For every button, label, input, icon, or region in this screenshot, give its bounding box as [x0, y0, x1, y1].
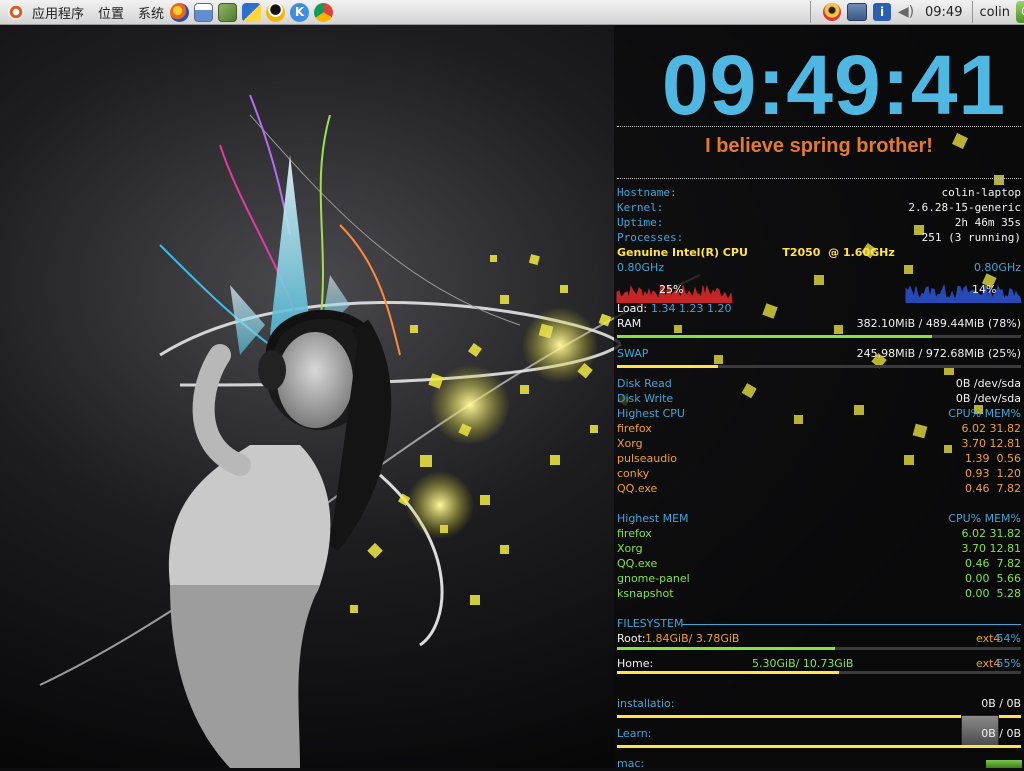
highest-cpu-header: CPU% MEM%	[948, 407, 1021, 420]
mount-installatio-label: installatio:	[617, 697, 675, 710]
hostname-value: colin-laptop	[941, 186, 1021, 199]
conky-panel: 09:49:41 I believe spring brother! Hostn…	[614, 25, 1024, 770]
mount-mac-label: mac:	[617, 757, 645, 770]
ram-bar-fill	[617, 335, 933, 338]
top-mem-process-name: firefox	[617, 527, 652, 540]
cpu2-frequency: 0.80GHz	[973, 261, 1021, 274]
uptime-label: Uptime:	[617, 216, 664, 229]
ubuntu-logo-icon[interactable]	[8, 4, 24, 20]
top-mem-process-name: QQ.exe	[617, 557, 658, 570]
user-switcher[interactable]: colin	[979, 5, 1010, 20]
qq-icon[interactable]	[266, 2, 286, 22]
home-bar	[617, 671, 1021, 674]
menu-applications[interactable]: 应用程序	[32, 3, 84, 22]
panel-separator	[972, 1, 974, 23]
cpu1-usage: 25%	[659, 283, 684, 296]
top-mem-process-value: 3.70 12.81	[961, 542, 1021, 555]
processes-value: 251 (3 running)	[921, 231, 1021, 244]
mount-learn-label: Learn:	[617, 727, 652, 740]
disk-write-value: 0B /dev/sda	[955, 392, 1021, 405]
power-icon[interactable]: ⏻	[1016, 1, 1024, 23]
root-bar-fill	[617, 647, 836, 650]
mount-installatio-value: 0B / 0B	[981, 697, 1021, 710]
cpu2-usage-graph	[905, 283, 1022, 303]
mount-learn-value: 0B / 0B	[981, 727, 1021, 740]
panel-tray: i ◀) 09:49 colin ⏻	[804, 0, 1024, 24]
top-cpu-process-name: conky	[617, 467, 650, 480]
kde-k-icon[interactable]: K	[290, 2, 310, 22]
divider	[617, 126, 1021, 127]
panel-separator	[810, 1, 811, 23]
top-mem-process-value: 0.00 5.28	[965, 587, 1021, 600]
top-cpu-process-value: 1.39 0.56	[965, 452, 1021, 465]
filesystem-title: FILESYSTEM	[617, 617, 684, 630]
window-list-button[interactable]	[986, 760, 1022, 768]
divider	[617, 178, 1021, 179]
top-cpu-process-value: 6.02 31.82	[961, 422, 1021, 435]
top-mem-process-name: ksnapshot	[617, 587, 674, 600]
disk-write-label: Disk Write	[617, 392, 674, 405]
filesystem-divider	[682, 624, 1021, 625]
top-mem-process-value: 0.00 5.66	[965, 572, 1021, 585]
desktop-icon[interactable]	[194, 2, 214, 22]
top-cpu-process-name: firefox	[617, 422, 652, 435]
volume-icon[interactable]: ◀)	[897, 3, 915, 21]
top-mem-process-value: 0.46 7.82	[965, 557, 1021, 570]
top-cpu-process-name: QQ.exe	[617, 482, 658, 495]
top-cpu-process-value: 3.70 12.81	[961, 437, 1021, 450]
load-value: 1.34 1.23 1.20	[651, 302, 732, 315]
ram-bar	[617, 335, 1021, 338]
highest-mem-title: Highest MEM	[617, 512, 689, 525]
root-usage: 1.84GiB/ 3.78GiB	[645, 632, 740, 645]
disk-read-label: Disk Read	[617, 377, 672, 390]
highest-mem-header: CPU% MEM%	[948, 512, 1021, 525]
home-percent: 55%	[996, 657, 1021, 670]
cpu2-usage: 14%	[972, 283, 997, 296]
kernel-label: Kernel:	[617, 201, 664, 214]
home-label: Home:	[617, 657, 654, 670]
chrome-icon[interactable]	[314, 2, 334, 22]
ram-value: 382.10MiB / 489.44MiB (78%)	[856, 317, 1021, 330]
top-mem-process-name: Xorg	[617, 542, 643, 555]
kernel-value: 2.6.28-15-generic	[908, 201, 1021, 214]
top-cpu-process-name: Xorg	[617, 437, 643, 450]
load-label: Load:	[617, 302, 648, 315]
mount-learn-bar	[617, 745, 1021, 748]
home-usage: 5.30GiB/ 10.73GiB	[752, 657, 854, 670]
cpu-model: Genuine Intel(R) CPU T2050 @ 1.60GHz	[617, 246, 895, 259]
top-cpu-process-name: pulseaudio	[617, 452, 677, 465]
top-mem-process-value: 6.02 31.82	[961, 527, 1021, 540]
ram-label: RAM	[617, 317, 642, 330]
top-cpu-process-value: 0.93 1.20	[965, 467, 1021, 480]
top-cpu-process-value: 0.46 7.82	[965, 482, 1021, 495]
menu-system[interactable]: 系统	[138, 3, 164, 22]
info-icon[interactable]: i	[873, 3, 891, 21]
network-icon[interactable]	[847, 3, 867, 21]
mail-icon[interactable]	[242, 2, 262, 22]
processes-label: Processes:	[617, 231, 684, 244]
books-icon[interactable]	[218, 2, 238, 22]
firefox-icon[interactable]	[170, 2, 190, 22]
home-bar-fill	[617, 671, 840, 674]
menu-places[interactable]: 位置	[98, 3, 124, 22]
top-panel: 应用程序 位置 系统 K i ◀) 09:49 colin ⏻	[0, 0, 1024, 25]
uptime-value: 2h 46m 35s	[954, 216, 1021, 229]
panel-clock[interactable]: 09:49	[925, 5, 962, 20]
swap-value: 245.98MiB / 972.68MiB (25%)	[856, 347, 1021, 360]
root-percent: 54%	[996, 632, 1021, 645]
swap-bar	[617, 365, 1021, 368]
panel-menus: 应用程序 位置 系统 K	[0, 0, 338, 24]
conky-slogan: I believe spring brother!	[705, 135, 933, 157]
root-label: Root:	[617, 632, 646, 645]
hostname-label: Hostname:	[617, 186, 677, 199]
qq-status-icon[interactable]	[823, 3, 841, 21]
swap-label: SWAP	[617, 347, 649, 360]
conky-clock: 09:49:41	[661, 38, 1007, 132]
disk-read-value: 0B /dev/sda	[955, 377, 1021, 390]
swap-bar-fill	[617, 365, 718, 368]
root-bar	[617, 647, 1021, 650]
top-mem-process-name: gnome-panel	[617, 572, 690, 585]
cpu1-frequency: 0.80GHz	[617, 261, 665, 274]
highest-cpu-title: Highest CPU	[617, 407, 685, 420]
